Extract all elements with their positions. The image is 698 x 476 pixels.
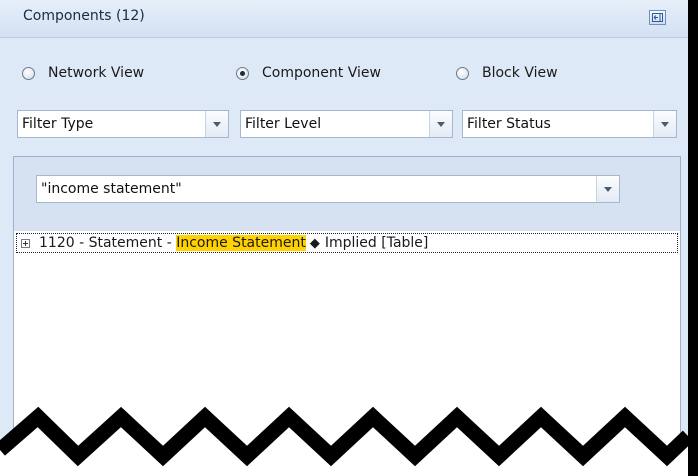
component-view-label: Component View [262, 65, 381, 81]
torn-edge-decoration [0, 406, 688, 476]
block-view-label: Block View [482, 65, 558, 81]
panel-header: Components (12) [0, 0, 688, 38]
radio-circle [22, 66, 35, 80]
filter-level-dropdown[interactable]: Filter Level [240, 110, 453, 138]
filter-type-dropdown[interactable]: Filter Type [17, 110, 229, 138]
chevron-down-icon[interactable] [596, 176, 619, 202]
network-view-label: Network View [48, 65, 145, 81]
row-prefix: 1120 - Statement - [39, 235, 177, 251]
radio-circle-selected [236, 66, 249, 80]
search-area: "income statement" [14, 157, 680, 231]
window-edge [688, 0, 698, 476]
search-input[interactable]: "income statement" [41, 181, 182, 197]
block-view-radio[interactable]: Block View [456, 60, 558, 86]
filter-status-value: Filter Status [467, 116, 551, 132]
filter-level-value: Filter Level [245, 116, 322, 132]
pin-icon [652, 13, 663, 22]
tree-row[interactable]: 1120 - Statement - Income Statement ◆ Im… [16, 233, 678, 253]
view-mode-group: Network View Component View Block View [0, 60, 688, 86]
pin-button[interactable] [649, 10, 666, 25]
radio-circle [456, 66, 469, 80]
search-highlight: Income Statement [176, 235, 306, 251]
components-panel: Components (12) Network View Component V… [0, 0, 688, 476]
expand-icon[interactable] [21, 238, 30, 248]
filter-type-value: Filter Type [22, 116, 94, 132]
diamond-icon: ◆ [309, 235, 320, 251]
filter-status-dropdown[interactable]: Filter Status [462, 110, 677, 138]
search-combo[interactable]: "income statement" [36, 175, 620, 203]
chevron-down-icon[interactable] [205, 111, 228, 137]
chevron-down-icon[interactable] [429, 111, 452, 137]
network-view-radio[interactable]: Network View [22, 60, 144, 86]
row-suffix: Implied [Table] [324, 235, 429, 251]
component-view-radio[interactable]: Component View [236, 60, 381, 86]
panel-title: Components (12) [23, 8, 145, 24]
chevron-down-icon[interactable] [653, 111, 676, 137]
